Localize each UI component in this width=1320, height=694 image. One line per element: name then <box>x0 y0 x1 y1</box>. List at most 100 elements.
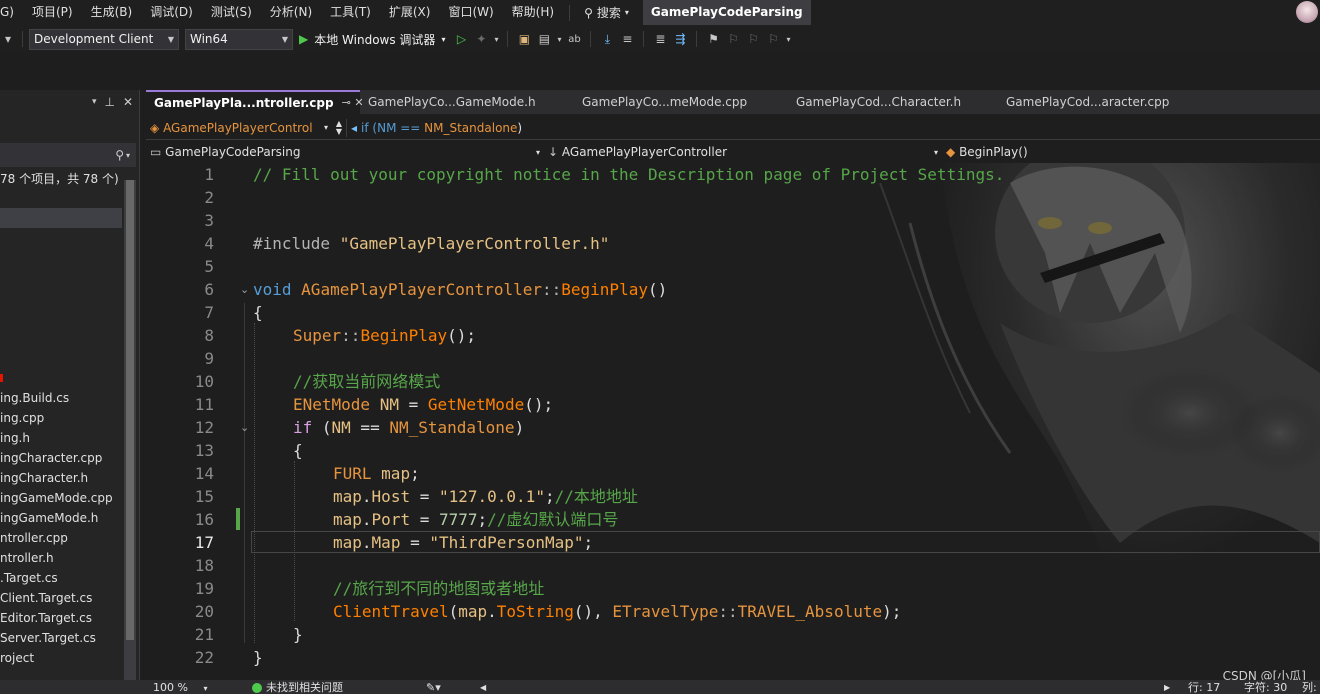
pin-icon[interactable]: ⊸ <box>342 96 351 109</box>
menu-item-test[interactable]: 测试(S) <box>202 0 261 25</box>
error-marker <box>0 374 3 382</box>
folder-icon[interactable]: ▣ <box>514 29 534 49</box>
method-name: ToString <box>496 602 574 621</box>
file-item[interactable]: ing.cpp <box>0 408 122 428</box>
line-number: 13 <box>194 441 214 460</box>
property: Map <box>371 533 401 552</box>
condition-breadcrumb[interactable]: ◂ if (NM == NM_Standalone) <box>347 118 526 138</box>
tab-gamemode-cpp[interactable]: GamePlayCo...meMode.cpp <box>574 90 788 114</box>
chevron-down-icon[interactable]: ▾ <box>491 29 501 49</box>
comment: // Fill out your copyright notice in the… <box>253 165 1005 184</box>
class-select[interactable]: ↓ AGamePlayPlayerController ▾ <box>544 142 942 162</box>
dot: . <box>361 533 372 552</box>
panel-menu-icon[interactable]: ▾ <box>92 97 97 107</box>
file-item[interactable]: ing.Build.cs <box>0 388 122 408</box>
fold-toggle-icon[interactable]: ⌄ <box>240 278 249 301</box>
previous-bookmark-icon[interactable]: ⚐ <box>723 29 743 49</box>
menu-item-build[interactable]: 生成(B) <box>82 0 142 25</box>
clear-bookmarks-icon[interactable]: ⚐ <box>763 29 783 49</box>
member-select[interactable]: ◆ BeginPlay() <box>942 142 1312 162</box>
start-debugging-button[interactable]: ▶ 本地 Windows 调试器 ▾ <box>293 29 451 50</box>
menu-item-help[interactable]: 帮助(H) <box>503 0 563 25</box>
indent-guide <box>294 461 295 621</box>
search-button[interactable]: ⚲ 搜索 ▾ <box>576 0 637 25</box>
file-item[interactable]: .Target.cs <box>0 568 122 588</box>
assign: = <box>410 510 439 529</box>
zoom-level[interactable]: 100 % ▾ <box>149 681 211 694</box>
paren: ( <box>312 418 332 437</box>
type-name: ETravelType <box>612 602 719 621</box>
avatar[interactable] <box>1296 1 1318 23</box>
issues-indicator[interactable]: 未找到相关问题 <box>248 679 347 694</box>
toolbar-overflow-icon[interactable]: ▾ <box>783 29 793 49</box>
file-item[interactable]: ingCharacter.h <box>0 468 122 488</box>
next-bookmark-icon[interactable]: ⚐ <box>743 29 763 49</box>
uncomment-lines-icon[interactable]: ⇶ <box>670 29 690 49</box>
chevron-down-icon: ▾ <box>203 683 208 693</box>
chevron-down-icon[interactable]: ▾ <box>554 29 564 49</box>
scope-stepper[interactable]: ▲ ▼ <box>332 118 346 138</box>
menu-item-analyze[interactable]: 分析(N) <box>261 0 321 25</box>
panel-scrollbar[interactable] <box>124 180 136 680</box>
scroll-left-icon[interactable]: ◀ <box>476 683 490 692</box>
file-item[interactable]: ingGameMode.h <box>0 508 122 528</box>
call-end: ); <box>882 602 902 621</box>
line-number: 9 <box>204 349 214 368</box>
paren: ) <box>514 418 525 437</box>
scroll-right-icon[interactable]: ▶ <box>1160 683 1174 692</box>
selected-tree-row[interactable] <box>0 208 122 228</box>
toolbar-separator <box>643 31 645 47</box>
menu-item-extensions[interactable]: 扩展(X) <box>380 0 440 25</box>
file-item[interactable]: Editor.Target.cs <box>0 608 122 628</box>
file-item[interactable]: roject <box>0 648 122 668</box>
tab-label: GamePlayPla...ntroller.cpp <box>154 96 334 110</box>
fold-toggle-icon[interactable]: ⌄ <box>240 416 249 439</box>
line-number: 1 <box>204 165 214 184</box>
file-item[interactable]: Client.Target.cs <box>0 588 122 608</box>
tab-character-h[interactable]: GamePlayCod...Character.h <box>788 90 998 114</box>
search-label: 搜索 <box>596 6 621 20</box>
file-item[interactable]: ingCharacter.cpp <box>0 448 122 468</box>
file-item[interactable]: ntroller.h <box>0 548 122 568</box>
solution-search-input[interactable]: ⚲ ▾ <box>0 143 136 167</box>
layout-icon[interactable]: ▤ <box>534 29 554 49</box>
method-icon: ◆ <box>946 145 956 159</box>
menu-item-debug[interactable]: 调试(D) <box>141 0 202 25</box>
configuration-select[interactable]: Development Client ▼ <box>29 28 179 50</box>
tab-gameplay-player-controller-cpp[interactable]: GamePlayPla...ntroller.cpp ⊸ ✕ <box>146 90 364 114</box>
line-number: 18 <box>194 556 214 575</box>
menu-item-tools[interactable]: 工具(T) <box>321 0 380 25</box>
start-without-debugging-icon[interactable]: ▷ <box>451 29 471 49</box>
hot-reload-icon[interactable]: ✦ <box>471 29 491 49</box>
file-item[interactable]: ntroller.cpp <box>0 528 122 548</box>
file-item[interactable]: ing.h <box>0 428 122 448</box>
indent-guide <box>244 303 245 643</box>
step-into-icon[interactable]: ⤓ <box>597 29 617 49</box>
menu-item-git[interactable]: G) <box>0 0 23 25</box>
bookmark-icon[interactable]: ⚑ <box>703 29 723 49</box>
platform-select[interactable]: Win64 ▼ <box>185 28 293 50</box>
align-icon[interactable]: ≡ <box>617 29 637 49</box>
brush-icon[interactable]: ✎▾ <box>422 681 445 694</box>
file-item[interactable]: Server.Target.cs <box>0 628 122 648</box>
project-select[interactable]: ▭ GamePlayCodeParsing ▾ <box>146 142 544 162</box>
type-name: ENetMode <box>293 395 371 414</box>
tab-gamemode-h[interactable]: GamePlayCo...GameMode.h <box>360 90 574 114</box>
tab-label: GamePlayCo...GameMode.h <box>368 95 536 109</box>
tab-label: GamePlayCod...aracter.cpp <box>1006 95 1170 109</box>
undo-dropdown-icon[interactable]: ▾ <box>0 29 16 49</box>
code-editor[interactable]: 1 2 3 4 5 6 7 8 9 10 11 12 13 14 15 16 17 18 19 20 21 22 // F… <box>146 163 1320 677</box>
file-item[interactable]: ingGameMode.cpp <box>0 488 122 508</box>
spellcheck-icon[interactable]: ab <box>564 29 584 49</box>
menu-item-window[interactable]: 窗口(W) <box>439 0 502 25</box>
document-tab-strip: GamePlayPla...ntroller.cpp ⊸ ✕ GamePlayC… <box>146 90 1320 114</box>
tab-character-cpp[interactable]: GamePlayCod...aracter.cpp <box>998 90 1208 114</box>
comment-lines-icon[interactable]: ≣ <box>650 29 670 49</box>
menu-item-project[interactable]: 项目(P) <box>23 0 82 25</box>
close-icon[interactable]: ✕ <box>123 95 133 109</box>
scrollbar-thumb[interactable] <box>126 180 134 640</box>
scope-select[interactable]: ◈ AGamePlayPlayerControl ▾ <box>146 118 332 138</box>
line-number: 10 <box>194 372 214 391</box>
condition-suffix: ) <box>517 120 523 135</box>
pin-icon[interactable]: ⊥ <box>104 95 114 109</box>
